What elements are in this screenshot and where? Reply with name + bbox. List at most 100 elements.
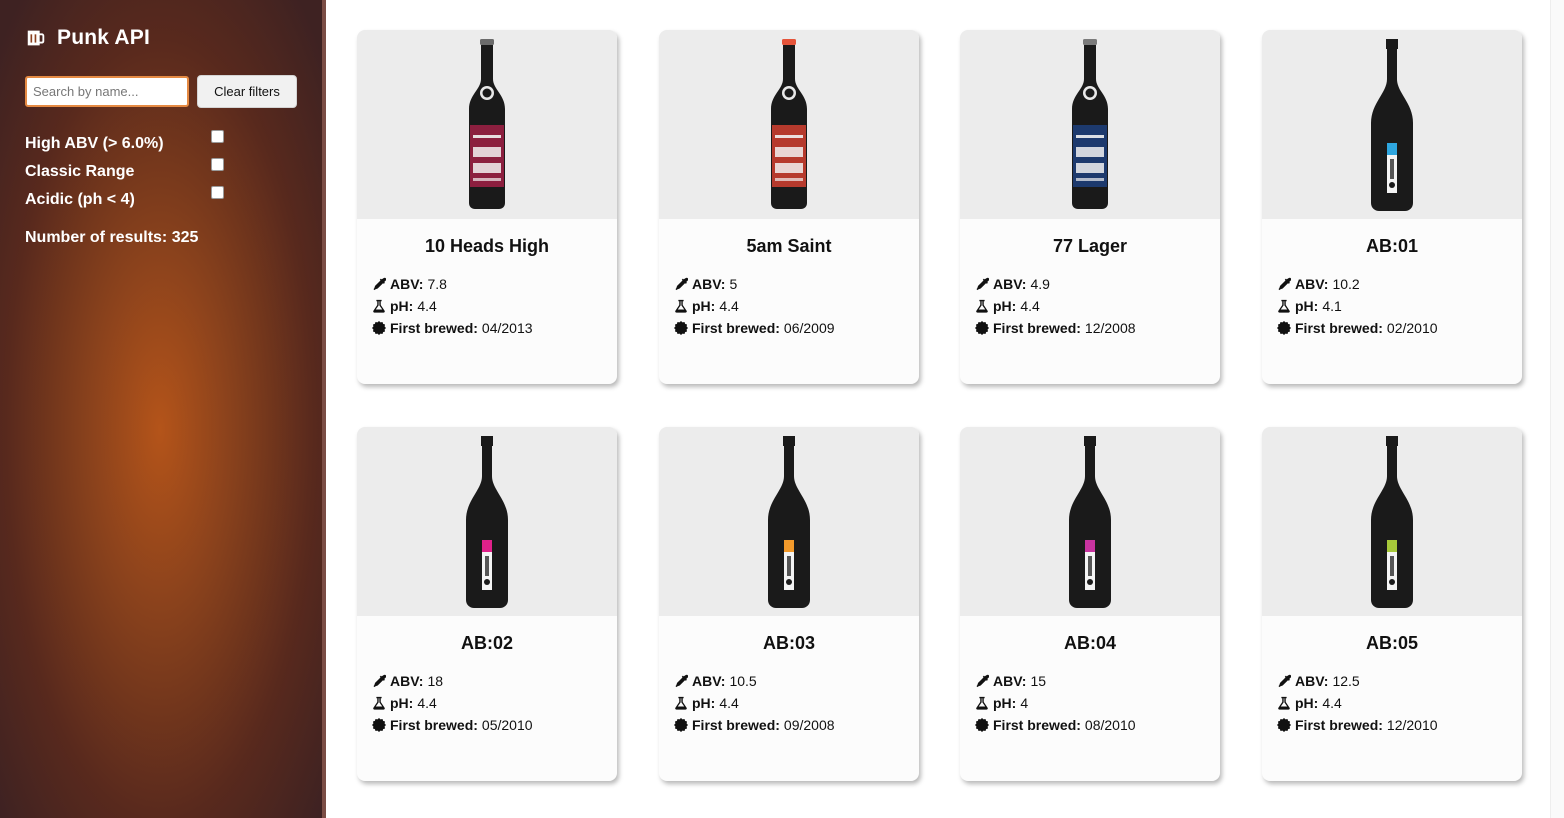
ph-value: 4.4 (719, 695, 739, 711)
beer-image (960, 427, 1220, 616)
app-title: Punk API (57, 26, 151, 49)
beer-card[interactable]: AB:01 ABV: 10.2 pH: 4.1 First brewed: 02… (1262, 30, 1522, 384)
ph-label: pH: (1295, 695, 1319, 711)
abv-value: 5 (729, 276, 738, 292)
beer-card[interactable]: AB:03 ABV: 10.5 pH: 4.4 First brewed: 09… (659, 427, 919, 781)
beer-card[interactable]: AB:04 ABV: 15 pH: 4 First brewed: 08/201… (960, 427, 1220, 781)
filter-classic-range: Classic Range (25, 158, 225, 183)
beer-card[interactable]: AB:02 ABV: 18 pH: 4.4 First brewed: 05/2… (357, 427, 617, 781)
beer-ph: pH: 4 (975, 695, 1028, 711)
abv-label: ABV: (692, 276, 726, 292)
scrollbar[interactable] (1550, 0, 1564, 818)
certificate-icon (975, 321, 989, 335)
beer-first-brewed: First brewed: 09/2008 (674, 717, 835, 733)
certificate-icon (975, 718, 989, 732)
beer-abv: ABV: 5 (674, 276, 737, 292)
abv-value: 7.8 (427, 276, 447, 292)
first-brewed-value: 05/2010 (481, 717, 533, 733)
sidebar: Punk API Clear filters High ABV (> 6.0%)… (0, 0, 322, 818)
first-brewed-value: 12/2008 (1084, 320, 1136, 336)
beer-abv: ABV: 15 (975, 673, 1046, 689)
beer-first-brewed: First brewed: 12/2008 (975, 320, 1136, 336)
abv-value: 18 (427, 673, 444, 689)
first-brewed-value: 09/2008 (783, 717, 835, 733)
beer-card[interactable]: 5am Saint ABV: 5 pH: 4.4 First brewed: 0… (659, 30, 919, 384)
beer-image (357, 427, 617, 616)
abv-label: ABV: (390, 673, 424, 689)
beer-name: 5am Saint (746, 236, 832, 256)
abv-value: 12.5 (1332, 673, 1360, 689)
beer-bottle-icon (771, 39, 807, 209)
beer-image (960, 30, 1220, 219)
beer-abv: ABV: 18 (372, 673, 443, 689)
beer-bottle-icon (1072, 39, 1108, 209)
filter-checkbox-classic-range[interactable] (211, 158, 224, 171)
filter-label: Classic Range (25, 163, 135, 180)
beer-first-brewed: First brewed: 05/2010 (372, 717, 533, 733)
certificate-icon (674, 718, 688, 732)
eyedropper-icon (1278, 277, 1291, 291)
ph-value: 4.4 (417, 298, 437, 314)
certificate-icon (372, 718, 386, 732)
beer-abv: ABV: 7.8 (372, 276, 447, 292)
search-input[interactable] (25, 76, 189, 107)
ph-label: pH: (993, 298, 1017, 314)
ph-value: 4.4 (1020, 298, 1040, 314)
filter-high-abv: High ABV (> 6.0%) (25, 130, 225, 155)
eyedropper-icon (675, 277, 688, 291)
first-brewed-value: 12/2010 (1386, 717, 1438, 733)
clear-filters-button[interactable]: Clear filters (197, 75, 297, 108)
beer-abv: ABV: 12.5 (1277, 673, 1360, 689)
beer-image (659, 427, 919, 616)
certificate-icon (1277, 321, 1291, 335)
eyedropper-icon (675, 674, 688, 688)
ph-label: pH: (692, 298, 716, 314)
beer-bottle-icon (1371, 39, 1413, 211)
first-brewed-label: First brewed: (692, 320, 780, 336)
abv-label: ABV: (692, 673, 726, 689)
beer-ph: pH: 4.4 (1277, 695, 1342, 711)
beer-first-brewed: First brewed: 08/2010 (975, 717, 1136, 733)
filter-checkbox-high-abv[interactable] (211, 130, 224, 143)
beer-name: 10 Heads High (424, 236, 550, 256)
certificate-icon (1277, 718, 1291, 732)
certificate-icon (674, 321, 688, 335)
eyedropper-icon (373, 674, 386, 688)
flask-icon (675, 696, 687, 710)
eyedropper-icon (1278, 674, 1291, 688)
brand: Punk API (25, 26, 150, 50)
filter-checkbox-acidic[interactable] (211, 186, 224, 199)
beer-ph: pH: 4.4 (674, 695, 739, 711)
results-count: Number of results: 325 (25, 229, 199, 246)
abv-value: 4.9 (1030, 276, 1050, 292)
beer-ph: pH: 4.4 (975, 298, 1040, 314)
beer-image (1262, 30, 1522, 219)
beer-name: AB:04 (1063, 633, 1116, 653)
beer-card[interactable]: 77 Lager ABV: 4.9 pH: 4.4 First brewed: … (960, 30, 1220, 384)
abv-label: ABV: (993, 276, 1027, 292)
beer-bottle-icon (1069, 436, 1111, 608)
ph-value: 4.1 (1322, 298, 1342, 314)
beer-bottle-icon (1371, 436, 1413, 608)
beer-card[interactable]: AB:05 ABV: 12.5 pH: 4.4 First brewed: 12… (1262, 427, 1522, 781)
beer-first-brewed: First brewed: 06/2009 (674, 320, 835, 336)
ph-value: 4.4 (417, 695, 437, 711)
flask-icon (675, 299, 687, 313)
beer-first-brewed: First brewed: 12/2010 (1277, 717, 1438, 733)
ph-value: 4 (1020, 695, 1029, 711)
abv-value: 15 (1030, 673, 1047, 689)
beer-ph: pH: 4.4 (674, 298, 739, 314)
ph-label: pH: (692, 695, 716, 711)
filter-label: Acidic (ph < 4) (25, 191, 135, 208)
sidebar-divider (322, 0, 326, 818)
beer-image (357, 30, 617, 219)
abv-label: ABV: (1295, 276, 1329, 292)
beer-bottle-icon (768, 436, 810, 608)
beer-first-brewed: First brewed: 04/2013 (372, 320, 533, 336)
first-brewed-value: 08/2010 (1084, 717, 1136, 733)
certificate-icon (372, 321, 386, 335)
flask-icon (373, 299, 385, 313)
first-brewed-label: First brewed: (390, 717, 478, 733)
beer-card[interactable]: 10 Heads High ABV: 7.8 pH: 4.4 First bre… (357, 30, 617, 384)
abv-label: ABV: (993, 673, 1027, 689)
